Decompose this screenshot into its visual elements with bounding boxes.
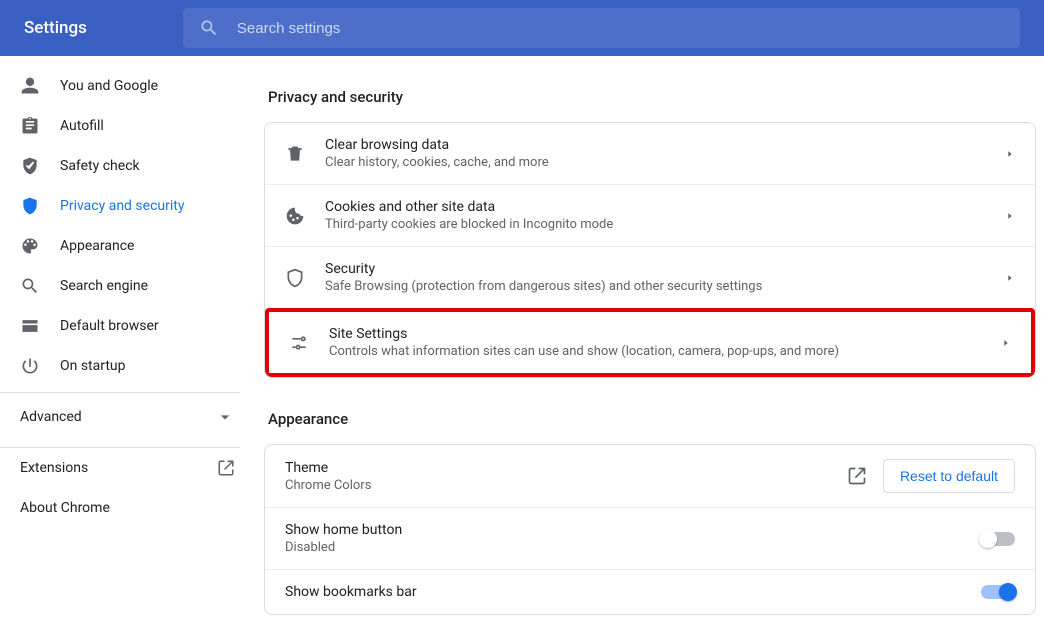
header: Settings: [0, 0, 1044, 56]
chevron-right-icon: [1001, 338, 1011, 348]
shield-check-icon: [20, 156, 40, 176]
sidebar-item-you-and-google[interactable]: You and Google: [0, 66, 255, 106]
sidebar-item-label: Autofill: [60, 118, 104, 134]
row-subtitle: Controls what information sites can use …: [329, 344, 989, 359]
row-text: Security Safe Browsing (protection from …: [325, 261, 993, 294]
sidebar-item-label: Default browser: [60, 318, 159, 334]
sidebar-item-label: Search engine: [60, 278, 148, 294]
sidebar: You and Google Autofill Safety check Pri…: [0, 56, 256, 622]
row-text: Show home button Disabled: [285, 522, 981, 555]
sidebar-item-safety-check[interactable]: Safety check: [0, 146, 255, 186]
row-title: Show home button: [285, 522, 981, 538]
row-show-bookmarks-bar[interactable]: Show bookmarks bar: [265, 569, 1035, 614]
row-subtitle: Chrome Colors: [285, 478, 847, 493]
privacy-card: Clear browsing data Clear history, cooki…: [264, 122, 1036, 378]
open-external-icon: [217, 459, 235, 477]
row-site-settings[interactable]: Site Settings Controls what information …: [269, 312, 1031, 373]
section-title-privacy: Privacy and security: [264, 88, 1036, 106]
sidebar-item-on-startup[interactable]: On startup: [0, 346, 255, 386]
advanced-label: Advanced: [20, 409, 82, 425]
open-external-icon[interactable]: [847, 466, 867, 486]
clipboard-icon: [20, 116, 40, 136]
row-text: Show bookmarks bar: [285, 584, 981, 600]
toggle-bookmarks-bar[interactable]: [981, 585, 1015, 599]
row-subtitle: Safe Browsing (protection from dangerous…: [325, 279, 993, 294]
sidebar-item-label: You and Google: [60, 78, 158, 94]
reset-to-default-button[interactable]: Reset to default: [883, 459, 1015, 493]
sidebar-item-appearance[interactable]: Appearance: [0, 226, 255, 266]
shield-icon: [20, 196, 40, 216]
chevron-down-icon: [215, 407, 235, 427]
row-clear-browsing-data[interactable]: Clear browsing data Clear history, cooki…: [265, 123, 1035, 184]
row-title: Clear browsing data: [325, 137, 993, 153]
sidebar-about-chrome[interactable]: About Chrome: [0, 488, 255, 528]
search-icon: [199, 18, 219, 38]
row-title: Security: [325, 261, 993, 277]
row-title: Cookies and other site data: [325, 199, 993, 215]
trash-icon: [285, 144, 305, 164]
search-box[interactable]: [183, 8, 1020, 48]
row-subtitle: Clear history, cookies, cache, and more: [325, 155, 993, 170]
magnify-icon: [20, 276, 40, 296]
highlighted-row-wrapper: Site Settings Controls what information …: [265, 308, 1035, 377]
sidebar-item-autofill[interactable]: Autofill: [0, 106, 255, 146]
row-text: Cookies and other site data Third-party …: [325, 199, 993, 232]
row-title: Site Settings: [329, 326, 989, 342]
row-security[interactable]: Security Safe Browsing (protection from …: [265, 246, 1035, 308]
shield-outline-icon: [285, 268, 305, 288]
section-title-appearance: Appearance: [264, 410, 1036, 428]
sidebar-item-privacy[interactable]: Privacy and security: [0, 186, 255, 226]
search-input[interactable]: [235, 19, 1004, 38]
row-text: Site Settings Controls what information …: [329, 326, 989, 359]
sidebar-extensions[interactable]: Extensions: [0, 448, 255, 488]
row-subtitle: Third-party cookies are blocked in Incog…: [325, 217, 993, 232]
power-icon: [20, 356, 40, 376]
person-icon: [20, 76, 40, 96]
sidebar-item-label: Appearance: [60, 238, 134, 254]
chevron-right-icon: [1005, 211, 1015, 221]
page-title: Settings: [16, 18, 95, 38]
toggle-home-button[interactable]: [981, 532, 1015, 546]
row-text: Clear browsing data Clear history, cooki…: [325, 137, 993, 170]
chevron-right-icon: [1005, 149, 1015, 159]
row-subtitle: Disabled: [285, 540, 981, 555]
browser-icon: [20, 316, 40, 336]
sidebar-item-label: On startup: [60, 358, 126, 374]
sidebar-advanced[interactable]: Advanced: [0, 393, 255, 441]
sliders-icon: [289, 333, 309, 353]
appearance-card: Theme Chrome Colors Reset to default Sho…: [264, 444, 1036, 615]
row-title: Show bookmarks bar: [285, 584, 981, 600]
about-label: About Chrome: [20, 500, 110, 516]
palette-icon: [20, 236, 40, 256]
sidebar-item-default-browser[interactable]: Default browser: [0, 306, 255, 346]
row-title: Theme: [285, 460, 847, 476]
sidebar-item-label: Privacy and security: [60, 198, 184, 214]
row-text: Theme Chrome Colors: [285, 460, 847, 493]
content: Privacy and security Clear browsing data…: [256, 56, 1044, 622]
row-theme[interactable]: Theme Chrome Colors Reset to default: [265, 445, 1035, 507]
extensions-label: Extensions: [20, 460, 88, 476]
sidebar-item-label: Safety check: [60, 158, 140, 174]
chevron-right-icon: [1005, 273, 1015, 283]
row-cookies[interactable]: Cookies and other site data Third-party …: [265, 184, 1035, 246]
row-show-home-button[interactable]: Show home button Disabled: [265, 507, 1035, 569]
sidebar-item-search-engine[interactable]: Search engine: [0, 266, 255, 306]
cookie-icon: [285, 206, 305, 226]
